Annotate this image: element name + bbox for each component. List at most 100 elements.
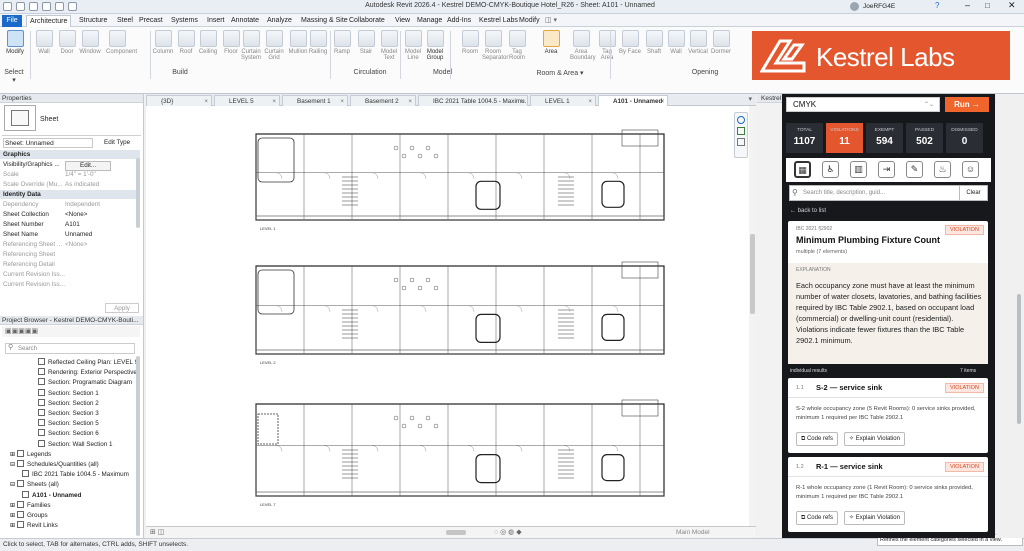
property-row[interactable]: Sheet Name Unnamed (3, 230, 139, 240)
ribbon-tab-massing-site[interactable]: Massing & Site (298, 15, 351, 27)
browser-item[interactable]: Section: Section 2 (38, 398, 99, 409)
open-icon[interactable] (16, 2, 25, 11)
ribbon-tab-analyze[interactable]: Analyze (264, 15, 295, 27)
ribbon-tab-architecture[interactable]: Architecture (26, 15, 72, 27)
result-card[interactable]: 1.2 R-1 — service sink VIOLATION R-1 whole … (788, 457, 988, 532)
redo-icon[interactable] (55, 2, 64, 11)
ribbon-group-label[interactable]: Select ▾ (2, 69, 26, 84)
properties-scrollbar[interactable] (136, 158, 140, 228)
browser-item[interactable]: Rendering: Exterior Perspective (38, 368, 137, 378)
revit-logo-icon[interactable] (3, 2, 12, 11)
edit-type-button[interactable]: Edit Type (104, 139, 130, 146)
property-value[interactable]: <None> (65, 210, 87, 220)
explain-violation-button[interactable]: ✧ Explain Violation (844, 432, 905, 446)
close-tab-icon[interactable]: × (520, 96, 524, 106)
exit-icon[interactable]: ⇥ (878, 161, 895, 178)
tool-vertical-button[interactable]: Vertical (687, 30, 709, 55)
tool-window-button[interactable]: Window (79, 30, 101, 55)
browser-item[interactable]: A101 - Unnamed (22, 490, 81, 501)
expand-icon[interactable]: ⊟ (10, 461, 17, 468)
tool-roof-button[interactable]: Roof (175, 30, 197, 55)
view-tools-icon[interactable]: ◌ ◎ ◍ ◆ (494, 528, 522, 536)
view-tab[interactable]: LEVEL 1 × (530, 95, 596, 106)
ribbon-group-label[interactable]: Opening (680, 69, 730, 76)
tool-tag-area-button[interactable]: Tag Area (596, 30, 618, 61)
fire-icon[interactable]: ♨ (934, 161, 951, 178)
tool-shaft-button[interactable]: Shaft (643, 30, 665, 55)
property-row[interactable]: Current Revision Iss... (3, 270, 139, 280)
canvas-hscrollbar[interactable] (446, 530, 466, 535)
expand-icon[interactable]: ⊞ (10, 451, 17, 458)
property-row[interactable]: Current Revision Iss... (3, 280, 139, 290)
tab-list-icon[interactable]: ▾ (748, 95, 752, 103)
browser-search-input[interactable]: Search (5, 343, 135, 354)
browser-scrollbar[interactable] (136, 356, 140, 536)
tool-door-button[interactable]: Door (56, 30, 78, 55)
view-scale-icon[interactable]: ⊞ ◫ (150, 528, 164, 536)
browser-item[interactable]: Section: Section 6 (38, 429, 99, 439)
tool-model-line-button[interactable]: Model Line (402, 30, 424, 61)
view-tab[interactable]: IBC 2021 Table 1004.5 - Maximu... × (418, 95, 528, 106)
accessibility-icon[interactable]: ♿ (822, 161, 839, 178)
browser-item[interactable]: Section: Wall Section 1 (38, 439, 113, 450)
browser-item[interactable]: ⊞ Families (10, 500, 50, 511)
apply-button[interactable]: Apply (105, 303, 139, 313)
property-value[interactable]: <None> (65, 240, 87, 250)
browser-item[interactable]: ⊟ Schedules/Quantities (all) (10, 460, 99, 470)
view-tab[interactable]: LEVEL 5 × (214, 95, 280, 106)
property-value[interactable]: Unnamed (65, 230, 92, 240)
tool-tag-room-button[interactable]: Tag Room (506, 30, 528, 61)
ribbon-group-label[interactable]: Build (80, 69, 280, 76)
property-row[interactable]: Sheet Collection <None> (3, 210, 139, 220)
tool-floor-button[interactable]: Floor (220, 30, 242, 55)
browser-tools-icon[interactable]: ▣▣▣▣▣ (5, 327, 38, 335)
browser-item[interactable]: IBC 2021 Table 1004.5 - Maximum (22, 470, 129, 480)
close-tab-icon[interactable]: × (408, 96, 412, 106)
tool-curtain-system-button[interactable]: Curtain System (240, 30, 262, 61)
property-value[interactable]: 1/4" = 1'-0" (65, 170, 96, 180)
close-tab-icon[interactable]: × (340, 96, 344, 106)
user-avatar-icon[interactable] (850, 2, 859, 11)
ribbon-tab-annotate[interactable]: Annotate (228, 15, 262, 27)
clear-button[interactable]: Clear (959, 185, 988, 201)
ribbon-tab-modify[interactable]: Modify (516, 15, 543, 27)
browser-item[interactable]: ⊞ Legends (10, 449, 51, 460)
workset-name[interactable]: Main Model (676, 529, 710, 536)
ribbon-minimize-icon[interactable]: ◫ ▾ (545, 16, 557, 24)
user-name[interactable]: JoeRFG4E (863, 3, 895, 10)
canvas-vscrollbar[interactable] (749, 106, 756, 526)
stat-total[interactable]: TOTAL 1107 (786, 123, 823, 153)
tool-wall-button[interactable]: Wall (665, 30, 687, 55)
tool-dormer-button[interactable]: Dormer (710, 30, 732, 55)
building-icon[interactable]: ▦ (794, 161, 811, 178)
sheet-canvas[interactable]: LEVEL 1 LEVEL 2 LEVEL 7 (146, 106, 756, 526)
browser-item[interactable]: ⊞ Groups (10, 511, 48, 521)
property-row[interactable]: Referencing Sheet (3, 250, 139, 260)
close-tab-icon[interactable]: × (272, 96, 276, 106)
stat-exempt[interactable]: EXEMPT 594 (866, 123, 903, 153)
tool-stair-button[interactable]: Stair (355, 30, 377, 55)
stat-passed[interactable]: PASSED 502 (906, 123, 943, 153)
model-dropdown[interactable]: CMYK ⌃⌄ (786, 97, 940, 112)
tool-ceiling-button[interactable]: Ceiling (197, 30, 219, 55)
property-row[interactable]: Dependency Independent (3, 200, 139, 210)
browser-item[interactable]: Section: Section 3 (38, 409, 99, 419)
property-row[interactable]: Scale Override (Mu... As indicated (3, 180, 139, 190)
property-row[interactable]: Scale 1/4" = 1'-0" (3, 170, 139, 180)
tool-room-separator-button[interactable]: Room Separator (482, 30, 508, 61)
property-value[interactable]: As indicated (65, 180, 99, 190)
browser-item[interactable]: Section: Section 5 (38, 419, 99, 429)
expand-icon[interactable]: ⊞ (10, 502, 17, 509)
property-value[interactable]: Independent (65, 200, 100, 210)
maximize-icon[interactable]: □ (985, 1, 990, 10)
ribbon-tab-add-ins[interactable]: Add-Ins (444, 15, 474, 27)
tool-railing-button[interactable]: Railing (307, 30, 329, 55)
browser-item[interactable]: ⊞ Revit Links (10, 521, 58, 531)
tool-area-boundary-button[interactable]: Area Boundary (570, 30, 596, 61)
property-value[interactable]: A101 (65, 220, 80, 230)
view-tab[interactable]: A101 - Unnamed × (598, 95, 668, 106)
expand-icon[interactable]: ⊟ (10, 481, 17, 488)
tool-by-face-button[interactable]: By Face (619, 30, 641, 55)
expand-icon[interactable]: ⊞ (10, 522, 17, 529)
close-tab-icon[interactable]: × (204, 96, 208, 106)
